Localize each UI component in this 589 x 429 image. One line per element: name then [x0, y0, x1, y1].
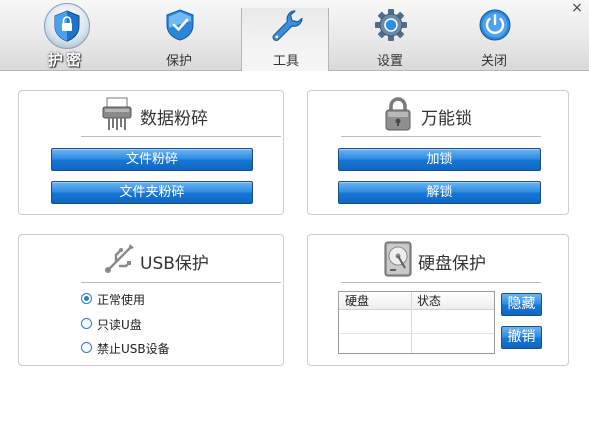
tab-protect[interactable]: 保护	[135, 6, 223, 70]
shred-panel: 数据粉碎 文件粉碎 文件夹粉碎	[18, 90, 284, 215]
padlock-icon	[382, 96, 414, 131]
hard-disk-icon	[383, 241, 415, 277]
radio-label: 只读U盘	[97, 318, 142, 332]
logo-shield-icon	[44, 3, 90, 49]
hide-button[interactable]: 隐藏	[501, 293, 542, 316]
shred-folder-button[interactable]: 文件夹粉碎	[51, 181, 253, 204]
tab-tools[interactable]: 工具	[241, 8, 329, 71]
tab-settings[interactable]: 设置	[346, 6, 434, 70]
shred-panel-title: 数据粉碎	[140, 109, 208, 129]
radio-readonly-usb[interactable]: 只读U盘	[81, 315, 201, 333]
close-icon[interactable]: ×	[569, 0, 585, 16]
revoke-button[interactable]: 撤销	[501, 326, 542, 349]
app-logo: 护密	[38, 3, 94, 69]
radio-button[interactable]	[81, 342, 92, 353]
top-toolbar: 护密 保护 工具 设置 关闭 ×	[0, 0, 589, 71]
tab-shutdown-label: 关闭	[480, 54, 507, 69]
disk-panel-title: 硬盘保护	[418, 254, 486, 274]
logo-label: 护密	[47, 51, 84, 69]
divider	[81, 136, 281, 137]
shredder-icon	[101, 97, 133, 131]
radio-label: 正常使用	[97, 293, 146, 307]
shred-panel-header: 数据粉碎	[19, 91, 283, 137]
divider	[81, 282, 281, 283]
lock-panel-header: 万能锁	[308, 91, 568, 137]
power-icon	[478, 8, 512, 42]
column-header-disk[interactable]: 硬盘	[339, 292, 411, 310]
usb-icon	[103, 241, 135, 275]
unlock-button[interactable]: 解锁	[338, 181, 541, 204]
lock-panel-title: 万能锁	[421, 109, 472, 129]
radio-normal-use[interactable]: 正常使用	[81, 290, 201, 308]
wrench-icon	[270, 8, 304, 42]
tab-shutdown[interactable]: 关闭	[450, 6, 538, 70]
lock-panel: 万能锁 加锁 解锁	[307, 90, 569, 215]
tab-settings-label: 设置	[376, 54, 403, 69]
disk-panel-header: 硬盘保护	[308, 235, 568, 281]
divider	[341, 282, 541, 283]
column-divider	[411, 292, 412, 353]
tab-tools-label: 工具	[272, 54, 299, 69]
usb-panel-header: USB保护	[19, 235, 283, 281]
column-header-status[interactable]: 状态	[411, 292, 494, 310]
shred-file-button[interactable]: 文件粉碎	[51, 148, 253, 171]
radio-button[interactable]	[81, 293, 92, 304]
usb-panel-title: USB保护	[140, 254, 209, 274]
divider	[341, 136, 541, 137]
row-divider	[339, 333, 494, 334]
radio-label: 禁止USB设备	[97, 342, 170, 356]
lock-button[interactable]: 加锁	[338, 148, 541, 171]
tab-protect-label: 保护	[165, 54, 192, 69]
usb-panel: USB保护 正常使用 只读U盘 禁止USB设备	[18, 234, 284, 366]
gear-icon	[374, 8, 408, 42]
disk-table[interactable]: 硬盘 状态	[338, 291, 495, 354]
radio-button[interactable]	[81, 318, 92, 329]
disk-panel: 硬盘保护 硬盘 状态 隐藏 撤销	[307, 234, 569, 366]
radio-disable-usb[interactable]: 禁止USB设备	[81, 339, 221, 357]
shield-icon	[163, 8, 197, 42]
